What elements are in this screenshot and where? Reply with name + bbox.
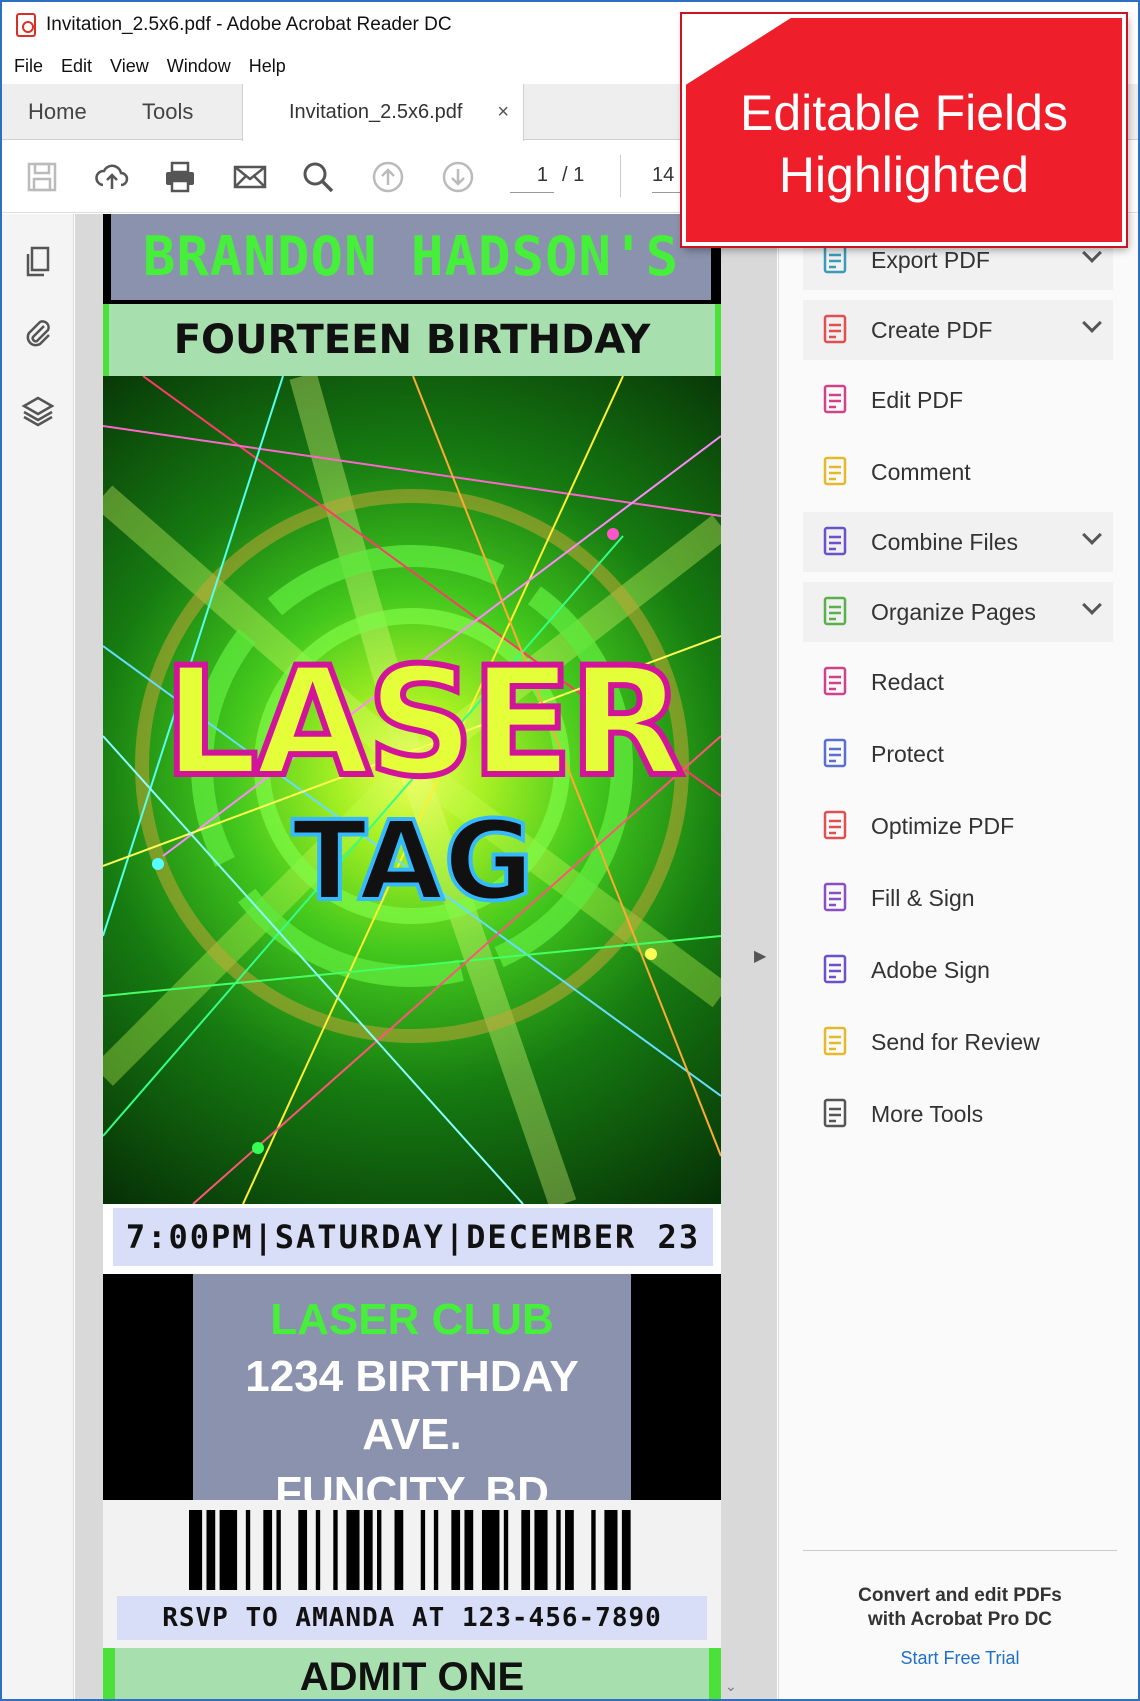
close-tab-icon[interactable]: × (497, 84, 509, 140)
organize-pages-icon (815, 592, 855, 632)
redact-icon (815, 662, 855, 702)
acrobat-app-icon (16, 13, 36, 37)
promo-line-1: Convert and edit PDFs (858, 1585, 1062, 1606)
tool-label: Fill & Sign (871, 884, 975, 911)
protect-icon (815, 734, 855, 774)
tool-label: Send for Review (871, 1028, 1040, 1055)
menu-window[interactable]: Window (167, 56, 231, 77)
invitation-page: BRANDON HADSON'S FOURTEEN BIRTHDAY LASER… (103, 214, 721, 1699)
menu-view[interactable]: View (110, 56, 149, 77)
page-down-icon[interactable] (438, 157, 478, 197)
chevron-down-icon[interactable] (1082, 595, 1102, 615)
admit-one-field[interactable]: ADMIT ONE (103, 1648, 721, 1699)
attachment-icon[interactable] (20, 316, 56, 352)
callout-text: Editable Fields Highlighted (682, 82, 1126, 206)
tool-label: Edit PDF (871, 386, 964, 413)
more-tools-icon (815, 1094, 855, 1134)
toolbar-divider (620, 155, 621, 197)
tool-combine-files[interactable]: Combine Files (803, 512, 1113, 572)
menu-file[interactable]: File (14, 56, 43, 77)
laser-title: LASER (160, 636, 688, 810)
address-line-1: 1234 BIRTHDAY AVE. (245, 1352, 579, 1459)
window-title: Invitation_2.5x6.pdf - Adobe Acrobat Rea… (46, 14, 452, 35)
tool-send-for-review[interactable]: Send for Review (803, 1012, 1113, 1072)
left-navigation-rail (2, 214, 74, 1699)
chevron-down-icon[interactable] (1082, 313, 1102, 333)
export-pdf-icon (815, 240, 855, 280)
collapse-right-pane-icon[interactable]: ▶ (754, 946, 766, 966)
start-free-trial-link[interactable]: Start Free Trial (803, 1648, 1117, 1669)
date-time-field[interactable]: 7:00PM|SATURDAY|DECEMBER 23 (113, 1208, 713, 1266)
promo-divider (803, 1550, 1117, 1551)
search-icon[interactable] (298, 157, 338, 197)
venue-name: LASER CLUB (270, 1295, 554, 1344)
callout-folded-corner (684, 16, 794, 86)
page-number-input[interactable]: 1 (510, 157, 554, 193)
email-icon[interactable] (230, 157, 270, 197)
fill-sign-icon (815, 878, 855, 918)
create-pdf-icon (815, 310, 855, 350)
tool-create-pdf[interactable]: Create PDF (803, 300, 1113, 360)
chevron-down-icon[interactable] (1082, 243, 1102, 263)
edit-pdf-icon (815, 380, 855, 420)
tool-label: Comment (871, 458, 971, 485)
tool-adobe-sign[interactable]: Adobe Sign (803, 940, 1113, 1000)
tool-edit-pdf[interactable]: Edit PDF (803, 370, 1113, 430)
tool-optimize-pdf[interactable]: Optimize PDF (803, 796, 1113, 856)
optimize-pdf-icon (815, 806, 855, 846)
tool-label: Export PDF (871, 246, 990, 273)
promo-line-2: with Acrobat Pro DC (867, 1609, 1053, 1630)
upload-icon[interactable] (92, 157, 132, 197)
tab-document[interactable]: Invitation_2.5x6.pdf × (242, 84, 524, 141)
venue-field[interactable]: LASER CLUB 1234 BIRTHDAY AVE. FUNCITY, B… (193, 1274, 631, 1517)
tool-label: Adobe Sign (871, 956, 990, 983)
menu-edit[interactable]: Edit (61, 56, 92, 77)
save-icon[interactable] (22, 157, 62, 197)
occasion-field[interactable]: FOURTEEN BIRTHDAY (103, 304, 721, 376)
tool-label: Redact (871, 668, 944, 695)
tool-label: Protect (871, 740, 944, 767)
tool-label: Create PDF (871, 316, 993, 343)
tool-organize-pages[interactable]: Organize Pages (803, 582, 1113, 642)
tool-fill-sign[interactable]: Fill & Sign (803, 868, 1113, 928)
tool-more-tools[interactable]: More Tools (803, 1084, 1113, 1144)
layers-icon[interactable] (20, 392, 56, 428)
tab-home[interactable]: Home (28, 84, 87, 140)
tool-protect[interactable]: Protect (803, 724, 1113, 784)
laser-tag-artwork: LASER TAG (103, 376, 721, 1204)
callout-line-1: Editable Fields (740, 85, 1068, 141)
scroll-down-icon[interactable]: ⌄ (725, 1678, 737, 1695)
comment-icon (815, 452, 855, 492)
chevron-down-icon[interactable] (1082, 525, 1102, 545)
rsvp-field[interactable]: RSVP TO AMANDA AT 123-456-7890 (117, 1596, 707, 1640)
acrobat-window: Invitation_2.5x6.pdf - Adobe Acrobat Rea… (0, 0, 1140, 1701)
tag-title: TAG (290, 797, 536, 925)
date-band: 7:00PM|SATURDAY|DECEMBER 23 (103, 1204, 721, 1274)
promo-text: Convert and edit PDFs with Acrobat Pro D… (803, 1584, 1117, 1632)
tool-redact[interactable]: Redact (803, 652, 1113, 712)
barcode-graphic (189, 1510, 631, 1590)
menu-bar: File Edit View Window Help (2, 50, 292, 82)
tool-label: More Tools (871, 1100, 984, 1127)
document-view[interactable]: BRANDON HADSON'S FOURTEEN BIRTHDAY LASER… (75, 214, 777, 1699)
adobe-sign-icon (815, 950, 855, 990)
page-count: / 1 (562, 164, 585, 186)
tab-document-label: Invitation_2.5x6.pdf (289, 101, 463, 123)
print-icon[interactable] (160, 157, 200, 197)
send-for-review-icon (815, 1022, 855, 1062)
menu-help[interactable]: Help (249, 56, 286, 77)
tab-tools[interactable]: Tools (142, 84, 193, 140)
tool-comment[interactable]: Comment (803, 442, 1113, 502)
tool-label: Organize Pages (871, 598, 1036, 625)
page-up-icon[interactable] (368, 157, 408, 197)
pages-thumbnail-icon[interactable] (20, 244, 56, 280)
name-band: BRANDON HADSON'S (103, 214, 721, 302)
combine-files-icon (815, 522, 855, 562)
tool-label: Combine Files (871, 528, 1018, 555)
tools-pane: Convert and edit PDFs with Acrobat Pro D… (778, 214, 1138, 1699)
guest-name-field[interactable]: BRANDON HADSON'S (111, 214, 711, 300)
callout-line-2: Highlighted (778, 147, 1030, 203)
ticket-stub: RSVP TO AMANDA AT 123-456-7890 ADMIT ONE (103, 1500, 721, 1699)
tool-label: Optimize PDF (871, 812, 1015, 839)
